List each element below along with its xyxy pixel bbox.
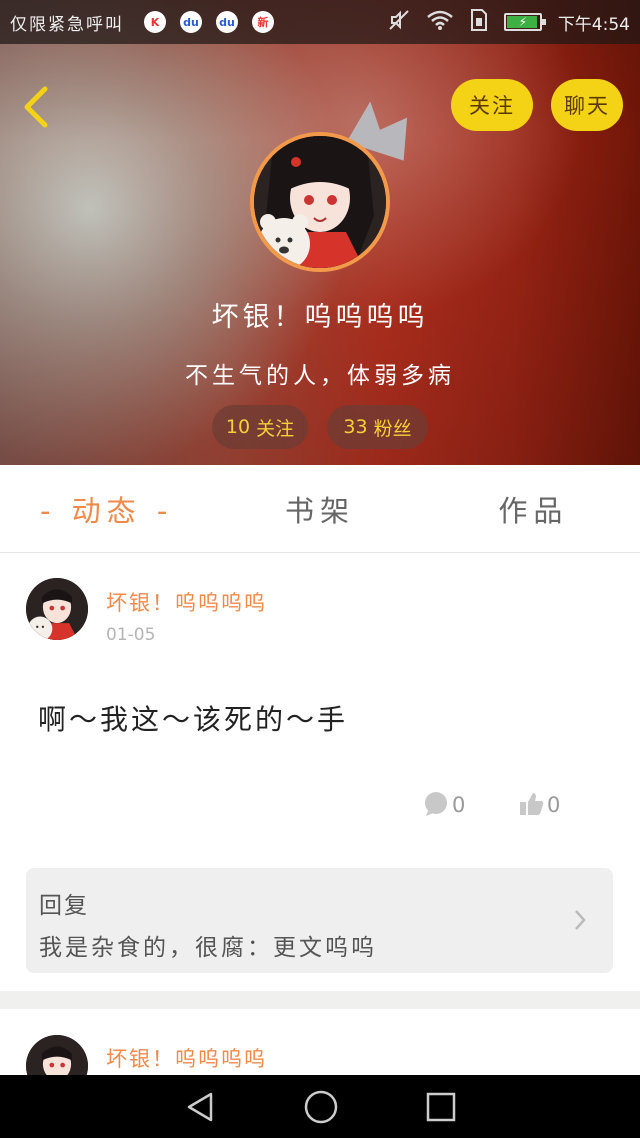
carrier-text: 仅限紧急呼叫 — [10, 14, 124, 35]
tab-activity[interactable]: - 动态 - — [0, 488, 213, 530]
reply-preview[interactable]: 回复 我是杂食的，很腐：更文呜呜 — [26, 868, 613, 973]
sim-icon — [470, 8, 488, 37]
wifi-icon — [426, 9, 454, 36]
following-count-button[interactable]: 10 关注 — [212, 405, 308, 449]
following-label: 关注 — [256, 417, 295, 440]
comment-icon — [425, 792, 447, 816]
following-count: 10 — [225, 416, 251, 438]
chevron-right-icon — [575, 910, 586, 930]
activity-post: 坏银！呜呜呜呜 — [0, 1009, 640, 1075]
like-button[interactable]: 0 — [519, 791, 560, 817]
activity-post: 坏银！呜呜呜呜 01-05 啊～我这～该死的～手 0 0 回复 我是杂食的，很腐… — [0, 553, 640, 991]
comment-button[interactable]: 0 — [424, 791, 465, 817]
fans-count-button[interactable]: 33 粉丝 — [327, 405, 428, 449]
app-k-icon: K — [144, 11, 166, 33]
post-author-name[interactable]: 坏银！呜呜呜呜 — [106, 1043, 267, 1073]
comment-count: 0 — [452, 793, 466, 817]
app-du-icon: du — [180, 11, 202, 33]
post-separator — [0, 991, 640, 1009]
mute-icon — [388, 9, 410, 36]
post-author-avatar[interactable] — [26, 578, 88, 640]
status-bar: 仅限紧急呼叫 K du du 新 ⚡ 下午4:54 — [0, 0, 640, 44]
profile-avatar[interactable] — [250, 132, 390, 272]
reply-title: 回复 — [39, 893, 89, 919]
profile-username: 坏银！呜呜呜呜 — [211, 302, 429, 333]
home-nav-icon[interactable] — [303, 1089, 339, 1125]
fans-label: 粉丝 — [373, 417, 412, 440]
thumbs-up-icon — [520, 793, 544, 815]
system-nav-bar — [0, 1075, 640, 1138]
back-button[interactable] — [14, 82, 58, 132]
post-author-name[interactable]: 坏银！呜呜呜呜 — [106, 587, 267, 617]
profile-tabs: - 动态 - 书架 作品 — [0, 465, 640, 553]
fans-count: 33 — [343, 416, 368, 438]
back-nav-icon[interactable] — [183, 1090, 217, 1124]
chevron-left-icon — [24, 86, 48, 128]
post-date: 01-05 — [106, 625, 156, 645]
clock-text: 下午4:54 — [557, 14, 630, 35]
follow-button[interactable]: 关注 — [451, 79, 533, 131]
chat-button[interactable]: 聊天 — [551, 79, 623, 131]
tab-bookshelf[interactable]: 书架 — [213, 488, 426, 530]
post-author-avatar[interactable] — [26, 1035, 88, 1075]
app-news-icon: 新 — [252, 11, 274, 33]
reply-text: 我是杂食的，很腐：更文呜呜 — [39, 935, 377, 961]
profile-header: 仅限紧急呼叫 K du du 新 ⚡ 下午4:54 关注 聊天 坏银！呜呜呜呜 … — [0, 0, 640, 465]
recents-nav-icon[interactable] — [425, 1091, 457, 1123]
battery-icon: ⚡ — [503, 13, 546, 31]
post-content[interactable]: 啊～我这～该死的～手 — [38, 698, 348, 738]
profile-bio: 不生气的人，体弱多病 — [185, 363, 455, 389]
like-count: 0 — [547, 793, 561, 817]
app-du2-icon: du — [216, 11, 238, 33]
tab-works[interactable]: 作品 — [427, 488, 640, 530]
